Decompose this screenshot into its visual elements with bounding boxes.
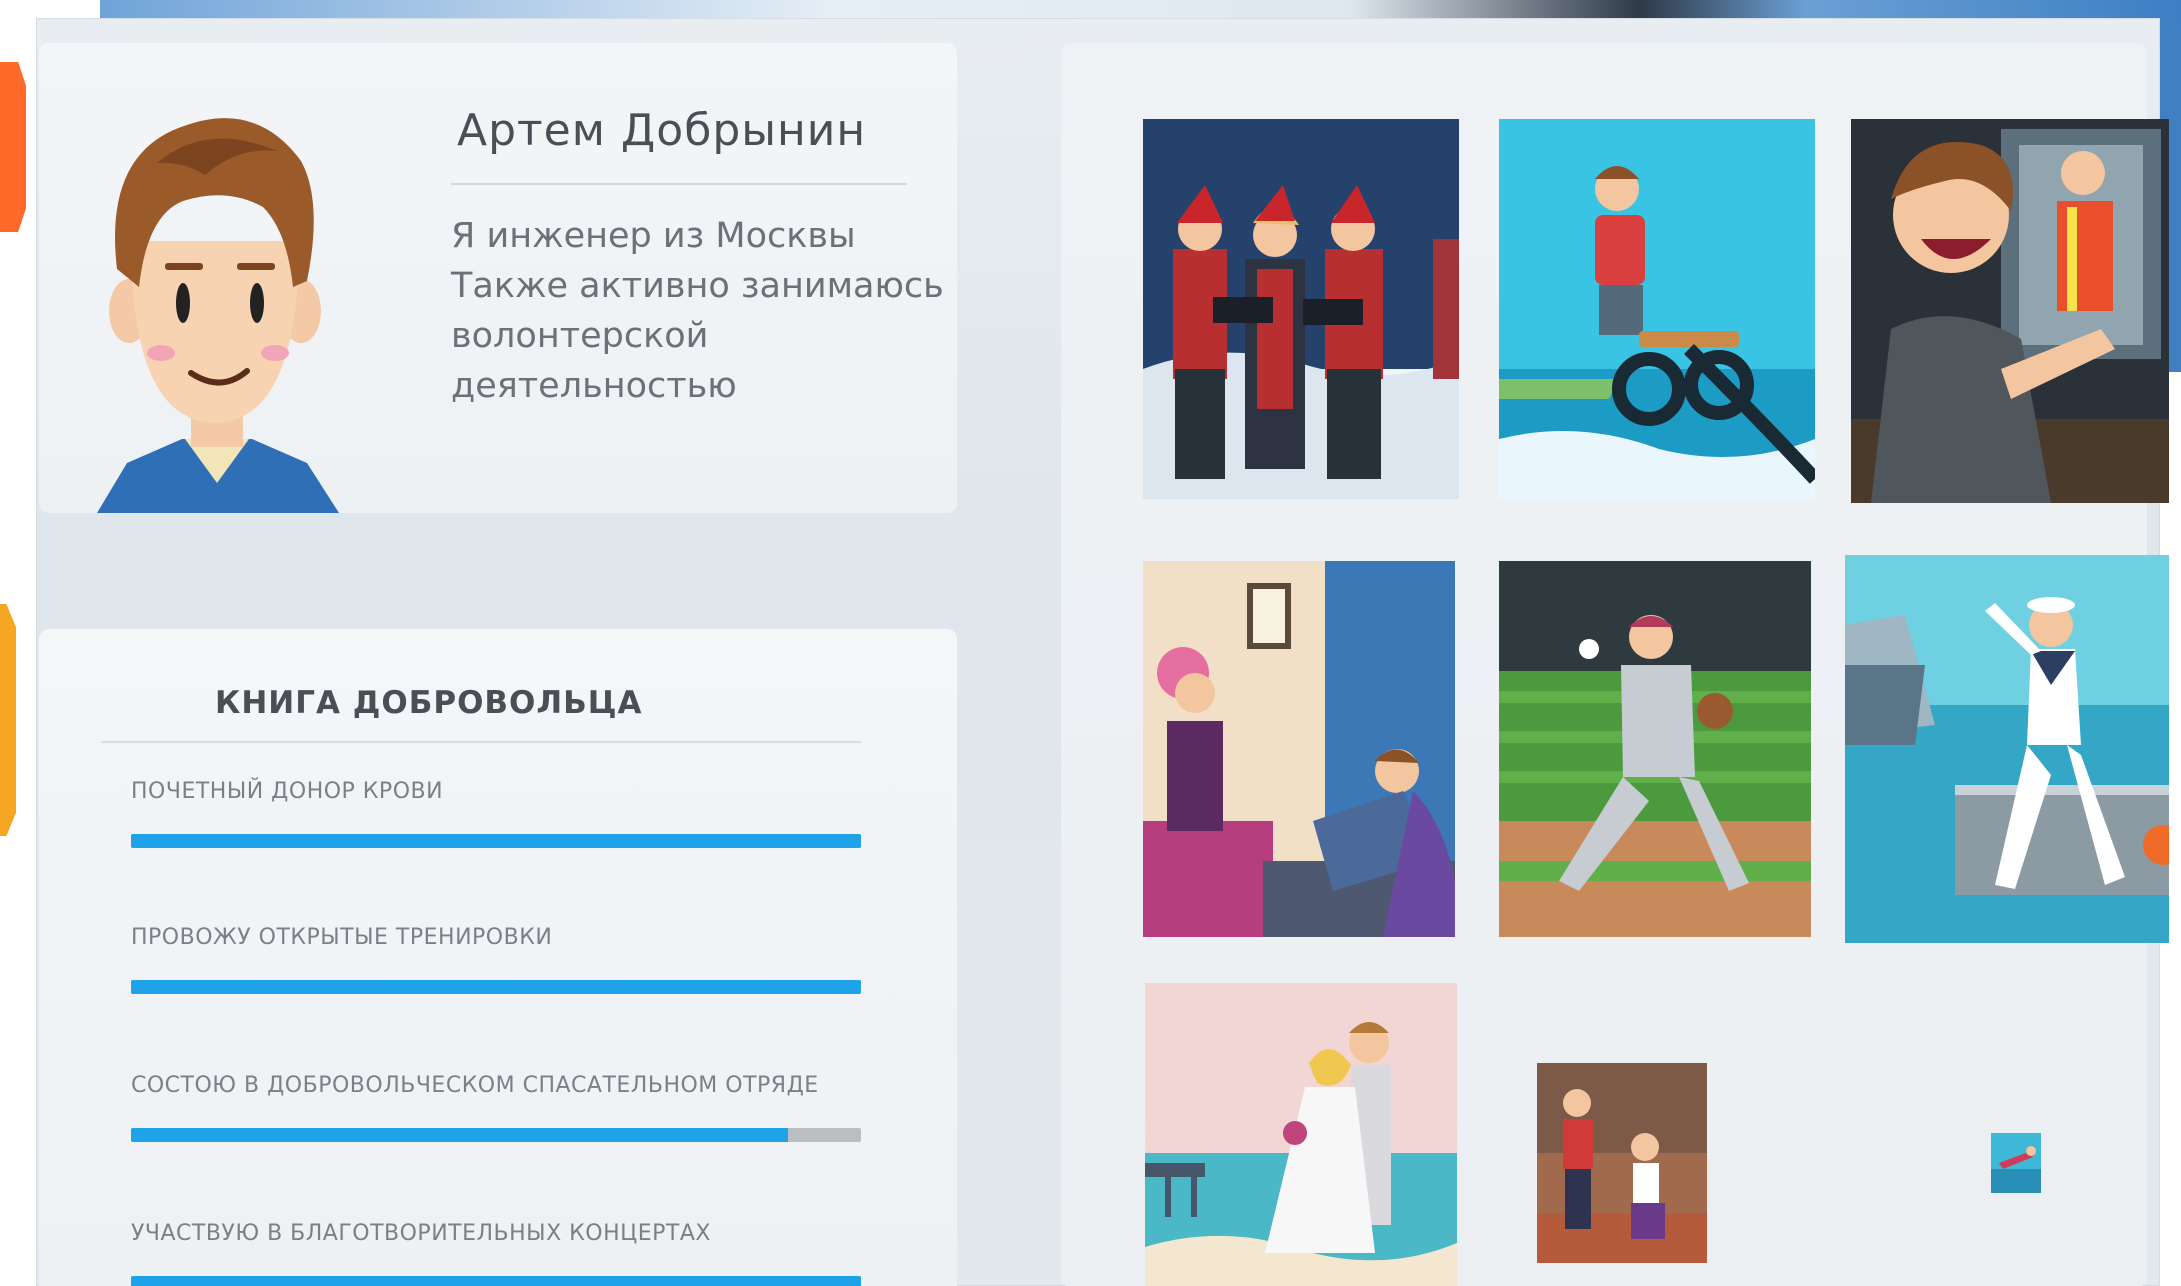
- skill-item: Состою в добровольческом спасательном от…: [131, 1073, 861, 1142]
- bio-line: Я инженер из Москвы: [451, 216, 856, 256]
- photo-gallery: [1061, 43, 2169, 1286]
- skill-progress-bar: [131, 834, 861, 848]
- skill-item: Почетный донор крови: [131, 779, 861, 848]
- gallery-tile[interactable]: [1845, 555, 2169, 943]
- volunteer-book-card: КНИГА ДОБРОВОЛЬЦА Почетный донор крови П…: [39, 629, 957, 1286]
- diver-thumbnail-icon: [1991, 1133, 2041, 1193]
- skill-progress-bar: [131, 1276, 861, 1286]
- skill-label: Участвую в благотворительных концертах: [131, 1221, 711, 1246]
- bio-line: Также активно занимаюсь: [451, 266, 944, 306]
- volunteer-book-title: КНИГА ДОБРОВОЛЬЦА: [215, 685, 643, 721]
- gallery-tile[interactable]: [1991, 1133, 2041, 1193]
- gallery-tile[interactable]: [1143, 119, 1459, 499]
- gallery-tile[interactable]: [1499, 119, 1815, 499]
- profile-bio: Я инженер из Москвы Также активно занима…: [451, 211, 951, 411]
- skill-item: Участвую в благотворительных концертах: [131, 1221, 861, 1286]
- gallery-tile[interactable]: [1143, 561, 1455, 937]
- skill-progress-fill: [131, 980, 861, 994]
- baseball-pitcher-illustration-icon: [1499, 561, 1811, 937]
- therapy-session-illustration-icon: [1143, 561, 1455, 937]
- athletes-illustration-icon: [1537, 1063, 1707, 1263]
- volunteer-profile-screen: Артем Добрынин Я инженер из Москвы Также…: [36, 18, 2169, 1286]
- sailor-illustration-icon: [1845, 555, 2169, 943]
- profile-name: Артем Добрынин: [457, 105, 867, 156]
- skill-label: Провожу открытые тренировки: [131, 925, 553, 950]
- bio-line: волонтерской деятельностью: [451, 316, 737, 406]
- skill-progress-fill: [131, 1276, 861, 1286]
- skill-progress-bar: [131, 980, 861, 994]
- skill-progress-bar: [131, 1128, 861, 1142]
- flyboard-illustration-icon: [1499, 119, 1815, 499]
- car-window-illustration-icon: [1851, 119, 2169, 503]
- avatar-icon: [97, 118, 339, 513]
- yellow-accent-shape: [0, 604, 16, 836]
- gallery-tile[interactable]: [1851, 119, 2169, 503]
- avatar[interactable]: [87, 91, 347, 513]
- carolers-illustration-icon: [1143, 119, 1459, 499]
- skill-label: Почетный донор крови: [131, 779, 444, 804]
- skill-item: Провожу открытые тренировки: [131, 925, 861, 994]
- gallery-tile[interactable]: [1537, 1063, 1707, 1263]
- book-divider: [101, 741, 861, 743]
- skill-label: Состою в добровольческом спасательном от…: [131, 1073, 819, 1098]
- profile-card: Артем Добрынин Я инженер из Москвы Также…: [39, 43, 957, 513]
- orange-accent-shape: [0, 62, 26, 232]
- wedding-beach-illustration-icon: [1145, 983, 1457, 1286]
- gallery-tile[interactable]: [1145, 983, 1457, 1286]
- skill-progress-fill: [131, 834, 861, 848]
- gallery-tile[interactable]: [1499, 561, 1811, 937]
- skill-progress-fill: [131, 1128, 788, 1142]
- name-divider: [451, 183, 907, 185]
